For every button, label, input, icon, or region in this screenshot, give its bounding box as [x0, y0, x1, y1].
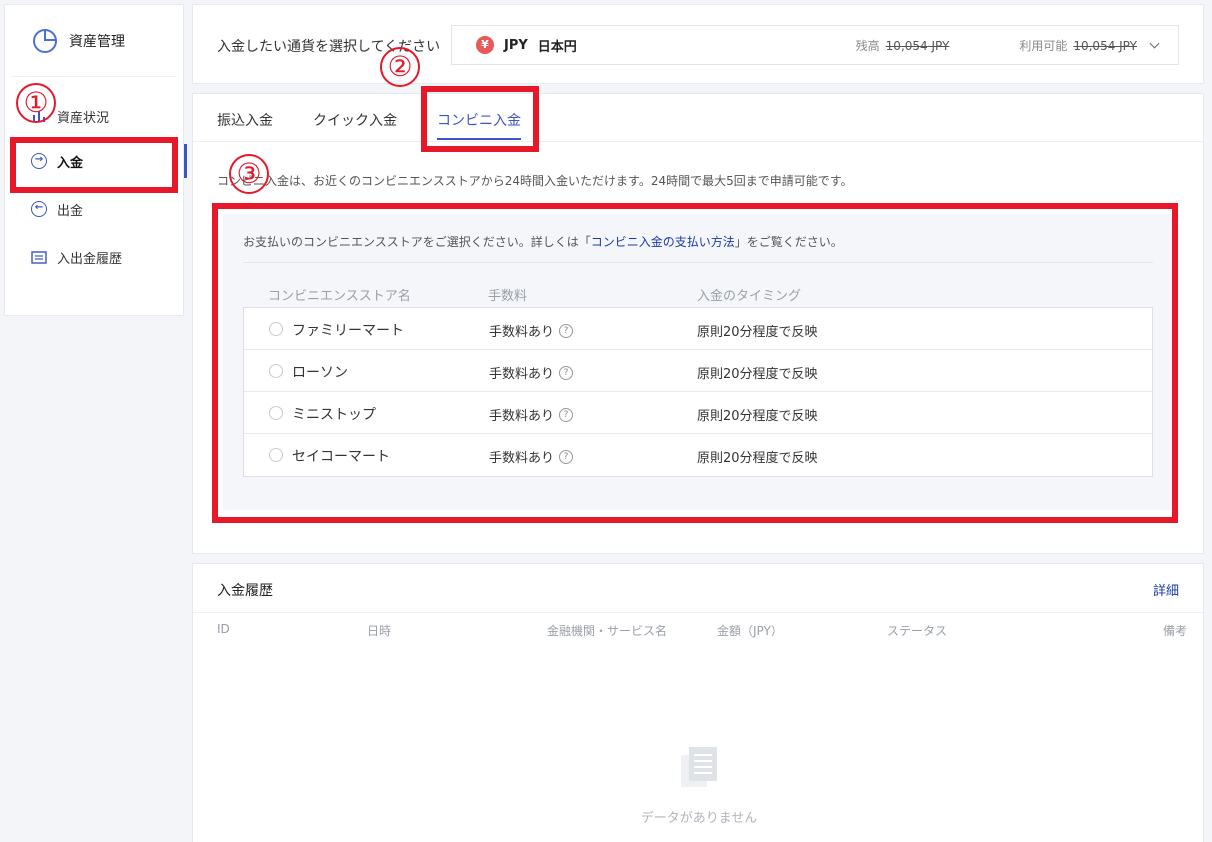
- column-datetime: 日時: [367, 624, 392, 638]
- annotation-box-2: [421, 86, 539, 152]
- column-status: ステータス: [887, 624, 948, 638]
- chevron-down-icon: [1149, 38, 1160, 48]
- currency-name: 日本円: [537, 39, 577, 55]
- divider: [193, 612, 1203, 613]
- column-id: ID: [217, 622, 230, 636]
- withdraw-arrow-icon: ←: [31, 201, 47, 217]
- empty-document-icon: [681, 747, 717, 787]
- column-remarks: 備考: [1162, 624, 1187, 638]
- yen-icon: ¥: [476, 36, 494, 54]
- available-value: 10,054 JPY: [1073, 38, 1137, 53]
- currency-select[interactable]: ¥ JPY 日本円 残高 10,054 JPY 利用可能 10,054 JPY: [451, 25, 1179, 65]
- annotation-label: ②: [380, 47, 420, 87]
- available-label: 利用可能: [1019, 38, 1068, 53]
- annotation-box-3: [212, 203, 1178, 523]
- annotation-label: ③: [229, 154, 269, 194]
- deposit-history-card: 入金履歴 詳細 ID 日時 金融機関・サービス名 金額（JPY） ステータス 備…: [192, 563, 1204, 842]
- sidebar-title: 資産管理: [69, 33, 125, 50]
- balance: 残高 10,054 JPY: [856, 37, 950, 54]
- currency-code: JPY: [504, 37, 528, 53]
- sidebar-item-label: 資産状況: [57, 110, 110, 126]
- history-detail-link[interactable]: 詳細: [1153, 580, 1179, 599]
- history-icon: [31, 249, 47, 265]
- pie-chart-icon: [33, 28, 57, 53]
- empty-state-text: データがありません: [640, 811, 758, 826]
- annotation-number-3: ③: [229, 151, 269, 194]
- sidebar-item-label: 出金: [57, 203, 84, 219]
- available: 利用可能 10,054 JPY: [1019, 37, 1137, 54]
- convenience-description: コンビニ入金は、お近くのコンビニエンスストアから24時間入金いただけます。24時…: [217, 174, 853, 188]
- tab-quick-deposit[interactable]: クイック入金: [313, 110, 397, 130]
- annotation-number-2: ②: [380, 44, 420, 87]
- balance-label: 残高: [855, 38, 880, 53]
- deposit-tabs: 振込入金 クイック入金 コンビニ入金: [193, 94, 1203, 142]
- tab-bank-transfer[interactable]: 振込入金: [217, 110, 273, 130]
- currency-card: 入金したい通貨を選択してください ¥ JPY 日本円 残高 10,054 JPY …: [192, 4, 1204, 84]
- balance-value: 10,054 JPY: [885, 38, 950, 53]
- column-institution: 金融機関・サービス名: [547, 624, 668, 638]
- sidebar-header: 資産管理: [11, 5, 177, 77]
- sidebar-item-withdraw[interactable]: ← 出金: [5, 192, 183, 226]
- annotation-label: ①: [16, 83, 56, 123]
- column-amount: 金額（JPY）: [717, 624, 783, 638]
- history-title: 入金履歴: [217, 583, 273, 599]
- annotation-box-1: [10, 137, 178, 193]
- sidebar-item-label: 入出金履歴: [57, 251, 123, 267]
- sidebar-item-history[interactable]: 入出金履歴: [5, 240, 183, 274]
- annotation-number-1: ①: [16, 80, 56, 123]
